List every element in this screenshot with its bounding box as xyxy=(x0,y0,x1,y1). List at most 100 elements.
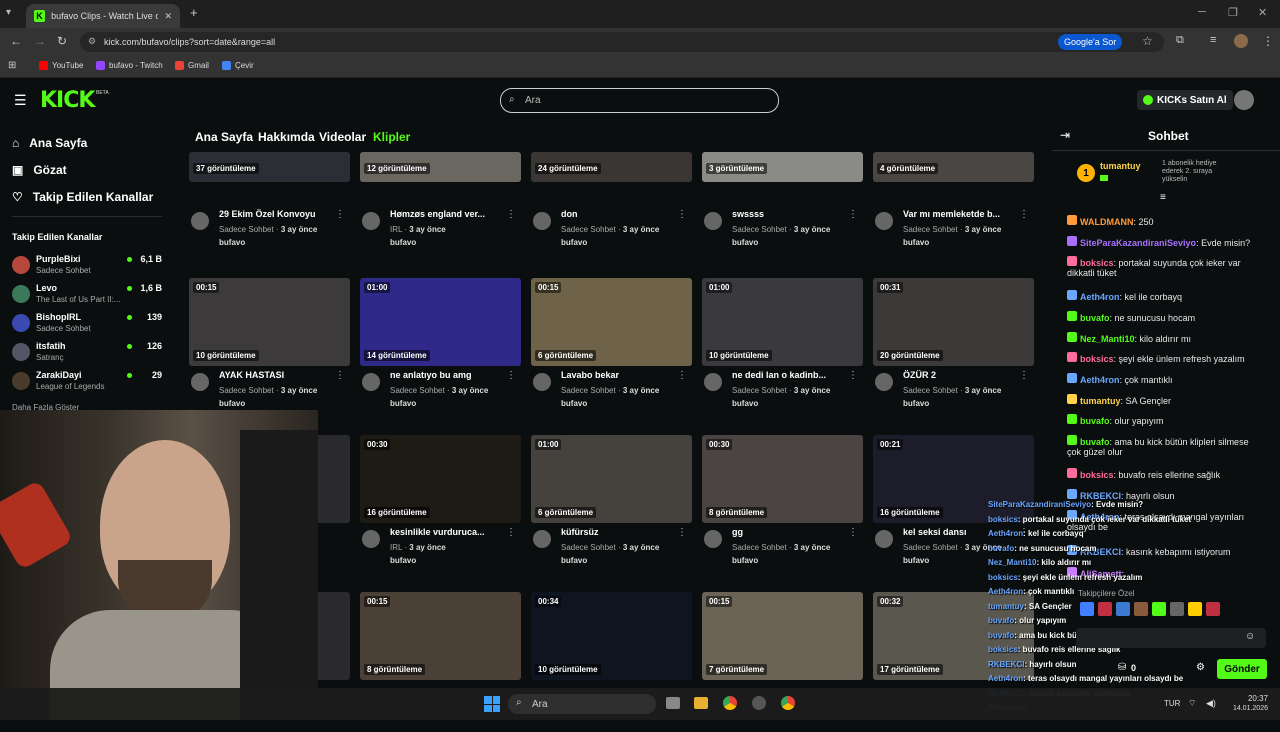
clip-more-icon[interactable]: ⋮ xyxy=(677,527,687,538)
taskbar-search[interactable]: ⌕ Ara xyxy=(508,694,656,714)
task-view-icon[interactable] xyxy=(666,697,680,709)
clip-channel-avatar[interactable] xyxy=(875,212,893,230)
clip-category[interactable]: Sadece Sohbet xyxy=(903,225,958,234)
hamburger-menu-icon[interactable]: ☰ xyxy=(14,92,27,109)
maximize-icon[interactable]: ❐ xyxy=(1228,6,1238,19)
reload-icon[interactable]: ↻ xyxy=(57,34,67,48)
bookmark-star-icon[interactable]: ☆ xyxy=(1142,34,1153,48)
emote-icon[interactable] xyxy=(1098,602,1112,616)
chat-username[interactable]: Nez_Manti10 xyxy=(1080,334,1135,344)
clip-user[interactable]: bufavo xyxy=(732,556,758,565)
clip-title[interactable]: ne dedi lan o kadinb... xyxy=(732,370,852,380)
clip-channel-avatar[interactable] xyxy=(704,530,722,548)
clip-category[interactable]: Sadece Sohbet xyxy=(732,386,787,395)
clip-more-icon[interactable]: ⋮ xyxy=(506,209,516,220)
clip-user[interactable]: bufavo xyxy=(903,556,929,565)
emote-icon[interactable] xyxy=(1152,602,1166,616)
clip-title[interactable]: AYAK HASTASI xyxy=(219,370,339,380)
clip-title[interactable]: swssss xyxy=(732,209,852,219)
chat-username[interactable]: tumantuy xyxy=(1080,396,1121,406)
clip-more-icon[interactable]: ⋮ xyxy=(848,370,858,381)
clip-category[interactable]: Sadece Sohbet xyxy=(732,225,787,234)
clip-card[interactable]: 00:30 16 görüntüleme kesinlikle vurduruca… xyxy=(360,435,521,575)
clip-title[interactable]: Hømzøs england ver... xyxy=(390,209,510,219)
google-ask-button[interactable]: Google'a Sor xyxy=(1058,34,1123,50)
clip-card[interactable]: 00:15 10 görüntüleme AYAK HASTASI Sadece … xyxy=(189,278,350,418)
clip-category[interactable]: IRL xyxy=(390,543,402,552)
clip-title[interactable]: Var mı memleketde b... xyxy=(903,209,1023,219)
emote-icon[interactable] xyxy=(1080,602,1094,616)
browser-tab[interactable]: K bufavo Clips - Watch Live on Ki ✕ xyxy=(26,4,180,28)
clip-more-icon[interactable]: ⋮ xyxy=(848,209,858,220)
reading-list-icon[interactable]: ≡ xyxy=(1210,34,1216,46)
chat-username[interactable]: buvafo xyxy=(1080,416,1110,426)
send-button[interactable]: Gönder xyxy=(1217,659,1267,679)
clip-more-icon[interactable]: ⋮ xyxy=(677,209,687,220)
tab-close-icon[interactable]: ✕ xyxy=(164,11,172,22)
file-explorer-icon[interactable] xyxy=(694,697,708,709)
clip-user[interactable]: bufavo xyxy=(903,238,929,247)
chat-username[interactable]: buvafo xyxy=(1080,313,1110,323)
followed-channel[interactable]: itsfatih Satranç 126 xyxy=(12,340,162,366)
emote-icon[interactable] xyxy=(1170,602,1184,616)
windows-start-icon[interactable] xyxy=(484,696,500,712)
clip-card[interactable]: 3 görüntüleme swssss Sadece Sohbet · 3 a… xyxy=(702,122,863,262)
clip-channel-avatar[interactable] xyxy=(362,373,380,391)
site-info-icon[interactable]: ⚙ xyxy=(88,36,96,47)
followed-channel[interactable]: ZarakiDayi League of Legends 29 xyxy=(12,369,162,395)
minimize-icon[interactable]: ─ xyxy=(1198,6,1206,18)
clip-user[interactable]: bufavo xyxy=(561,556,587,565)
clip-user[interactable]: bufavo xyxy=(903,399,929,408)
clip-category[interactable]: Sadece Sohbet xyxy=(390,386,445,395)
user-avatar[interactable] xyxy=(1234,90,1254,110)
bookmark-twitch[interactable]: bufavo - Twitch xyxy=(96,61,163,70)
clip-channel-avatar[interactable] xyxy=(875,530,893,548)
new-tab-icon[interactable]: + xyxy=(190,5,198,20)
clip-title[interactable]: kesinlikle vurduruca... xyxy=(390,527,510,537)
emote-icon[interactable] xyxy=(1116,602,1130,616)
clip-channel-avatar[interactable] xyxy=(362,212,380,230)
clip-more-icon[interactable]: ⋮ xyxy=(506,370,516,381)
collapse-chat-icon[interactable]: ⇥ xyxy=(1060,128,1070,142)
sidebar-item-following[interactable]: ♡ Takip Edilen Kanallar xyxy=(12,190,153,204)
clip-channel-avatar[interactable] xyxy=(533,373,551,391)
back-icon[interactable]: ← xyxy=(10,34,22,48)
chat-username[interactable]: buvafo xyxy=(1080,437,1110,447)
chat-username[interactable]: Aeth4ron xyxy=(1080,292,1120,302)
clip-user[interactable]: bufavo xyxy=(561,238,587,247)
kick-logo[interactable]: KICK xyxy=(40,88,95,113)
language-indicator[interactable]: TUR xyxy=(1164,699,1180,708)
clip-channel-avatar[interactable] xyxy=(875,373,893,391)
clip-category[interactable]: Sadece Sohbet xyxy=(561,386,616,395)
chat-settings-icon[interactable]: ⚙ xyxy=(1196,662,1205,673)
clip-more-icon[interactable]: ⋮ xyxy=(1019,370,1029,381)
chat-username[interactable]: Aeth4ron xyxy=(1080,375,1120,385)
clip-more-icon[interactable]: ⋮ xyxy=(506,527,516,538)
clip-user[interactable]: bufavo xyxy=(390,399,416,408)
clip-category[interactable]: Sadece Sohbet xyxy=(903,386,958,395)
volume-icon[interactable]: ◀) xyxy=(1206,698,1216,709)
emoji-icon[interactable]: ☺ xyxy=(1245,631,1255,642)
clip-card[interactable]: 01:00 10 görüntüleme ne dedi lan o kadinb… xyxy=(702,278,863,418)
browser-menu-icon[interactable]: ⋮ xyxy=(1262,34,1274,48)
clip-card[interactable]: 24 görüntüleme don Sadece Sohbet · 3 ay … xyxy=(531,122,692,262)
chat-username[interactable]: boksics xyxy=(1080,470,1114,480)
clip-user[interactable]: bufavo xyxy=(561,399,587,408)
clip-category[interactable]: Sadece Sohbet xyxy=(219,225,274,234)
clip-more-icon[interactable]: ⋮ xyxy=(335,370,345,381)
emote-icon[interactable] xyxy=(1206,602,1220,616)
clip-user[interactable]: bufavo xyxy=(732,238,758,247)
clip-channel-avatar[interactable] xyxy=(704,373,722,391)
clip-more-icon[interactable]: ⋮ xyxy=(335,209,345,220)
clip-category[interactable]: Sadece Sohbet xyxy=(561,225,616,234)
chat-username[interactable]: SiteParaKazandiraniSeviyo xyxy=(1080,238,1196,248)
clip-channel-avatar[interactable] xyxy=(362,530,380,548)
points-icon[interactable]: ⛁ xyxy=(1118,662,1126,673)
clip-channel-avatar[interactable] xyxy=(191,373,209,391)
clip-card[interactable]: 12 görüntüleme Hømzøs england ver... IRL… xyxy=(360,122,521,262)
clip-category[interactable]: Sadece Sohbet xyxy=(903,543,958,552)
forward-icon[interactable]: → xyxy=(34,34,46,48)
clock-date[interactable]: 14.01.2026 xyxy=(1228,705,1268,712)
clip-user[interactable]: bufavo xyxy=(219,399,245,408)
buy-kicks-button[interactable]: KICKs Satın Al xyxy=(1137,90,1233,110)
